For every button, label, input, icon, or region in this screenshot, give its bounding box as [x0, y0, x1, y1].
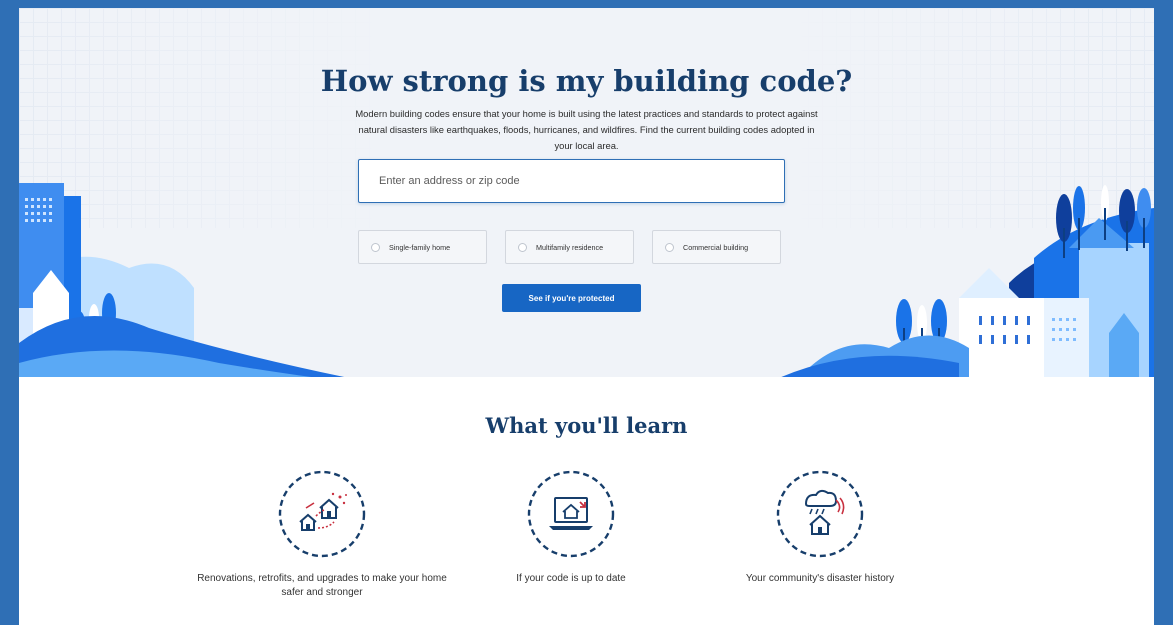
- hero-section: How strong is my building code? Modern b…: [19, 8, 1154, 377]
- laptop-home-icon: [527, 470, 615, 558]
- radio-button[interactable]: [518, 242, 527, 252]
- feature-label: Your community's disaster history: [745, 573, 895, 584]
- option-single-family-home[interactable]: Single-family home: [358, 230, 487, 264]
- page-frame: How strong is my building code? Modern b…: [19, 8, 1154, 625]
- option-multifamily-residence[interactable]: Multifamily residence: [505, 230, 634, 264]
- radio-button[interactable]: [665, 242, 674, 252]
- city-illustration-right: [781, 185, 1154, 377]
- storm-house-icon: [776, 470, 864, 558]
- option-label: Commercial building: [683, 242, 749, 252]
- city-illustration-left: [19, 183, 345, 377]
- hero-description: Modern building codes ensure that your h…: [355, 108, 818, 151]
- radio-button[interactable]: [371, 242, 380, 252]
- option-label: Multifamily residence: [536, 242, 604, 252]
- page-title: How strong is my building code?: [320, 64, 853, 98]
- option-commercial-building[interactable]: Commercial building: [652, 230, 781, 264]
- learn-section-title: What you'll learn: [485, 413, 688, 438]
- option-label: Single-family home: [389, 242, 451, 252]
- see-if-protected-button[interactable]: See if you're protected: [502, 284, 641, 312]
- feature-label: If your code is up to date: [516, 573, 626, 584]
- feature-label: Renovations, retrofits, and upgrades to …: [197, 573, 447, 598]
- home-upgrade-icon: [278, 470, 366, 558]
- address-search-input[interactable]: [358, 159, 785, 203]
